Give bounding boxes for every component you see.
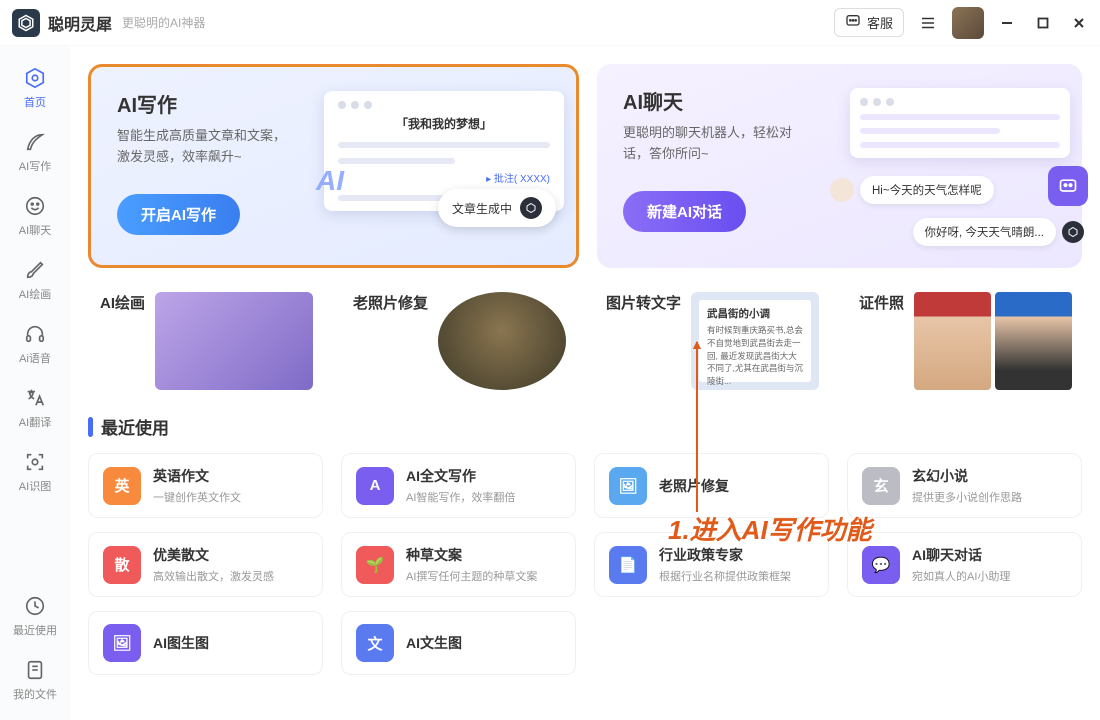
recent-card-7[interactable]: 💬 AI聊天对话 宛如真人的AI小助理 <box>847 532 1082 597</box>
customer-service-label: 客服 <box>867 13 893 32</box>
start-ai-write-button[interactable]: 开启AI写作 <box>117 194 240 235</box>
close-button[interactable] <box>1070 14 1088 32</box>
recent-icon: 玄 <box>862 467 900 505</box>
id-thumb <box>914 292 1072 390</box>
recent-icon: 💬 <box>862 546 900 584</box>
write-preview: 「我和我的梦想」 ▸ 批注( XXXX) AI 文章生成中 <box>324 91 564 211</box>
sidebar-item-home[interactable]: 首页 <box>5 58 65 118</box>
user-avatar[interactable] <box>952 7 984 39</box>
sidebar: 首页 AI写作 AI聊天 AI绘画 Ai语音 AI翻译 AI识图 最 <box>0 46 70 720</box>
recent-card-title: 玄幻小说 <box>912 466 1022 486</box>
photo-thumb <box>438 292 566 390</box>
generating-chip: 文章生成中 <box>438 189 556 227</box>
title-bar: 聪明灵犀 更聪明的AI神器 客服 <box>0 0 1100 46</box>
recent-card-title: 种草文案 <box>406 545 537 565</box>
chat-icon <box>845 13 861 32</box>
hero-write-desc: 智能生成高质量文章和文案，激发灵感，效率飙升~ <box>117 126 297 168</box>
sidebar-item-write[interactable]: AI写作 <box>5 122 65 182</box>
recent-card-desc: 宛如真人的AI小助理 <box>912 568 1010 584</box>
recent-card-0[interactable]: 英 英语作文 一键创作英文作文 <box>88 453 323 518</box>
app-tagline: 更聪明的AI神器 <box>122 14 205 31</box>
app-logo: 聪明灵犀 <box>12 9 112 37</box>
tool-card-paint[interactable]: AI绘画 <box>88 282 323 396</box>
recent-card-title: 老照片修复 <box>659 476 729 496</box>
tool-card-ocr[interactable]: 图片转文字 武昌街的小调 有时候到重庆路买书,总会不自觉地到武昌街去走一回, 最… <box>594 282 829 396</box>
recent-card-3[interactable]: 玄 玄幻小说 提供更多小说创作思路 <box>847 453 1082 518</box>
recent-card-desc: 高效输出散文，激发灵感 <box>153 568 274 584</box>
recent-icon: 英 <box>103 467 141 505</box>
window-controls <box>998 14 1088 32</box>
recent-card-6[interactable]: 📄 行业政策专家 根据行业名称提供政策框架 <box>594 532 829 597</box>
preview-note: ▸ 批注( XXXX) <box>338 170 550 185</box>
customer-service-button[interactable]: 客服 <box>834 8 904 37</box>
recent-card-4[interactable]: 散 优美散文 高效输出散文，激发灵感 <box>88 532 323 597</box>
recent-icon: 🌱 <box>356 546 394 584</box>
recent-title: 最近使用 <box>101 414 169 439</box>
tool-card-photo-restore[interactable]: 老照片修复 <box>341 282 576 396</box>
clock-icon <box>23 594 47 618</box>
recent-card-9[interactable]: 文 AI文生图 <box>341 611 576 675</box>
recent-card-desc: AI撰写任何主题的种草文案 <box>406 568 537 584</box>
recent-card-title: AI文生图 <box>406 633 462 653</box>
scan-icon <box>23 450 47 474</box>
recent-card-title: AI聊天对话 <box>912 545 1010 565</box>
recent-card-title: 行业政策专家 <box>659 545 791 565</box>
recent-card-5[interactable]: 🌱 种草文案 AI撰写任何主题的种草文案 <box>341 532 576 597</box>
minimize-button[interactable] <box>998 14 1016 32</box>
recent-icon: A <box>356 467 394 505</box>
new-ai-chat-button[interactable]: 新建AI对话 <box>623 191 746 232</box>
recent-card-1[interactable]: A AI全文写作 AI智能写作，效率翻倍 <box>341 453 576 518</box>
recent-icon: 文 <box>356 624 394 662</box>
translate-icon <box>23 386 47 410</box>
chat-msg-2: 你好呀, 今天天气晴朗... <box>913 218 1056 246</box>
hex-icon <box>520 197 542 219</box>
recent-card-desc: 一键创作英文作文 <box>153 489 241 505</box>
recent-icon: 📄 <box>609 546 647 584</box>
app-name: 聪明灵犀 <box>48 11 112 35</box>
hero-chat-desc: 更聪明的聊天机器人，轻松对话，答你所问~ <box>623 123 803 165</box>
home-icon <box>23 66 47 90</box>
smile-icon <box>23 194 47 218</box>
recent-card-title: AI全文写作 <box>406 466 515 486</box>
brush-icon <box>23 258 47 282</box>
support-float-icon[interactable] <box>1048 166 1088 206</box>
hero-card-chat[interactable]: AI聊天 更聪明的聊天机器人，轻松对话，答你所问~ 新建AI对话 Hi~今天的天… <box>597 64 1082 268</box>
tool-card-id-photo[interactable]: 证件照 <box>847 282 1082 396</box>
hero-card-write[interactable]: AI写作 智能生成高质量文章和文案，激发灵感，效率飙升~ 开启AI写作 「我和我… <box>88 64 579 268</box>
recent-card-title: 英语作文 <box>153 466 241 486</box>
file-icon <box>23 658 47 682</box>
ai-letters: AI <box>316 165 344 197</box>
menu-icon[interactable] <box>914 9 942 37</box>
recent-card-desc: 根据行业名称提供政策框架 <box>659 568 791 584</box>
preview-doc-title: 「我和我的梦想」 <box>338 115 550 132</box>
paint-thumb <box>155 292 313 390</box>
recent-icon: 🖼 <box>609 467 647 505</box>
hex-icon <box>1062 221 1084 243</box>
sidebar-item-recent[interactable]: 最近使用 <box>5 586 65 646</box>
recent-section-header: 最近使用 <box>88 414 1082 439</box>
chat-preview: Hi~今天的天气怎样呢 你好呀, 今天天气晴朗... <box>850 88 1070 158</box>
main-content: AI写作 智能生成高质量文章和文案，激发灵感，效率飙升~ 开启AI写作 「我和我… <box>70 46 1100 720</box>
recent-card-title: AI图生图 <box>153 633 209 653</box>
headphone-icon <box>23 322 47 346</box>
bot-avatar-icon <box>830 178 854 202</box>
sidebar-item-chat[interactable]: AI聊天 <box>5 186 65 246</box>
recent-card-title: 优美散文 <box>153 545 274 565</box>
recent-card-2[interactable]: 🖼 老照片修复 <box>594 453 829 518</box>
recent-card-desc: AI智能写作，效率翻倍 <box>406 489 515 505</box>
recent-card-8[interactable]: 🖼 AI图生图 <box>88 611 323 675</box>
quill-icon <box>23 130 47 154</box>
logo-icon <box>12 9 40 37</box>
sidebar-item-ocr[interactable]: AI识图 <box>5 442 65 502</box>
sidebar-item-voice[interactable]: Ai语音 <box>5 314 65 374</box>
sidebar-item-paint[interactable]: AI绘画 <box>5 250 65 310</box>
maximize-button[interactable] <box>1034 14 1052 32</box>
doc-thumb: 武昌街的小调 有时候到重庆路买书,总会不自觉地到武昌街去走一回, 最近发现武昌街… <box>691 292 819 390</box>
recent-icon: 🖼 <box>103 624 141 662</box>
sidebar-item-translate[interactable]: AI翻译 <box>5 378 65 438</box>
recent-icon: 散 <box>103 546 141 584</box>
recent-card-desc: 提供更多小说创作思路 <box>912 489 1022 505</box>
sidebar-item-files[interactable]: 我的文件 <box>5 650 65 710</box>
chat-msg-1: Hi~今天的天气怎样呢 <box>860 176 994 204</box>
